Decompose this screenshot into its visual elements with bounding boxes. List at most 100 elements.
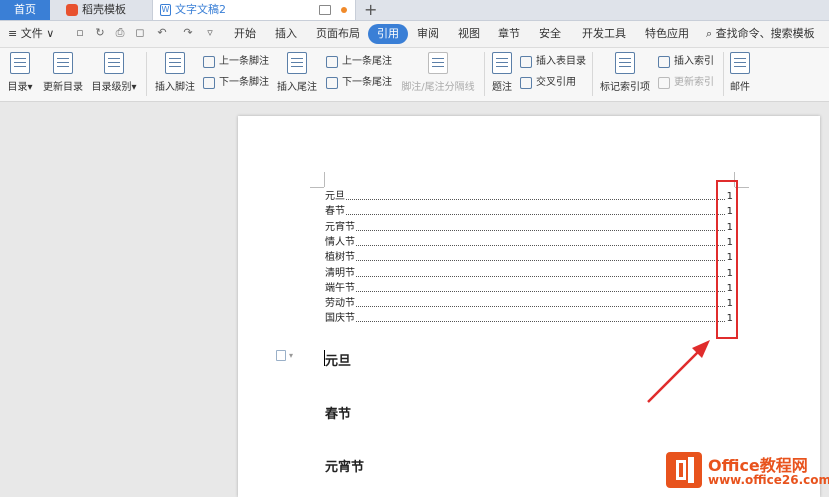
- template-icon: [66, 4, 78, 16]
- menu-developer[interactable]: 开发工具: [582, 24, 626, 44]
- cross-reference-label: 交叉引用: [536, 77, 576, 88]
- toc-entry[interactable]: 元宵节 1: [325, 220, 733, 235]
- paragraph-layout-icon[interactable]: [276, 350, 286, 361]
- menu-view[interactable]: 视图: [458, 24, 480, 44]
- toc-entry[interactable]: 清明节 1: [325, 266, 733, 281]
- mark-index-button[interactable]: 标记索引项: [598, 52, 652, 93]
- insert-footnote-button[interactable]: 插入脚注: [155, 52, 195, 93]
- ribbon-divider: [484, 52, 485, 96]
- menu-chapter[interactable]: 章节: [498, 24, 520, 44]
- toc-leader-dots: [325, 306, 725, 308]
- cross-reference-icon: [520, 77, 532, 89]
- ribbon-divider: [146, 52, 147, 96]
- note-separator-button[interactable]: 脚注/尾注分隔线: [400, 52, 476, 93]
- toc-dropdown-icon: ▾: [27, 82, 33, 93]
- note-separator-icon: [428, 52, 448, 74]
- next-endnote-button[interactable]: 下一条尾注: [326, 76, 392, 90]
- toc-leader-dots: [325, 290, 725, 292]
- menu-references[interactable]: 引用: [368, 24, 408, 44]
- tab-document[interactable]: W 文字文稿2: [152, 0, 356, 20]
- toc-entry[interactable]: 端午节 1: [325, 281, 733, 296]
- toc-entry[interactable]: 元旦 1: [325, 190, 733, 204]
- menu-file[interactable]: ≡ 文件 ∨: [8, 24, 54, 44]
- search-label: 查找命令、搜索模板: [715, 27, 815, 40]
- toc-entry[interactable]: 情人节 1: [325, 235, 733, 250]
- toc-icon: [10, 52, 30, 74]
- menu-start[interactable]: 开始: [234, 24, 256, 44]
- toc-entry-title: 元旦: [325, 190, 346, 204]
- insert-index-label: 插入索引: [674, 56, 714, 67]
- unsaved-dot-icon: [341, 7, 347, 13]
- toc-entry[interactable]: 劳动节 1: [325, 297, 733, 312]
- insert-footnote-label: 插入脚注: [155, 82, 195, 93]
- update-toc-label: 更新目录: [43, 82, 83, 93]
- next-endnote-label: 下一条尾注: [342, 77, 392, 88]
- mail-button[interactable]: 邮件: [728, 52, 752, 93]
- word-doc-icon: W: [160, 4, 171, 16]
- mark-index-icon: [615, 52, 635, 74]
- toc-level-dropdown-icon: ▾: [131, 82, 137, 93]
- toc-level-icon: [104, 52, 124, 74]
- toc-entry[interactable]: 春节 1: [325, 205, 733, 220]
- next-footnote-icon: [203, 77, 215, 89]
- prev-endnote-icon: [326, 56, 338, 68]
- toc-entry-title: 端午节: [325, 281, 356, 296]
- toc-entry[interactable]: 国庆节 1: [325, 312, 733, 327]
- undo-icon[interactable]: ↶: [156, 27, 168, 39]
- toc-button[interactable]: 目录▾: [6, 52, 34, 93]
- customize-chevron-icon[interactable]: ▿: [204, 27, 216, 39]
- prev-footnote-label: 上一条脚注: [219, 56, 269, 67]
- menu-special[interactable]: 特色应用: [645, 24, 689, 44]
- paragraph-layout-dropdown-icon[interactable]: ▾: [289, 351, 293, 360]
- caption-icon: [492, 52, 512, 74]
- page-number-highlight-box: [716, 180, 738, 339]
- tab-template[interactable]: 稻壳模板: [58, 0, 150, 20]
- watermark: Office教程网 www.office26.com: [662, 450, 829, 497]
- caption-label: 题注: [492, 82, 512, 93]
- tab-template-label: 稻壳模板: [82, 3, 126, 16]
- menu-page-layout[interactable]: 页面布局: [316, 24, 360, 44]
- update-toc-button[interactable]: 更新目录: [42, 52, 84, 93]
- monitor-icon[interactable]: [319, 5, 331, 15]
- next-footnote-button[interactable]: 下一条脚注: [203, 76, 269, 90]
- toc-level-button[interactable]: 目录级别▾: [91, 52, 137, 93]
- tab-home[interactable]: 首页: [0, 0, 50, 20]
- update-toc-icon: [53, 52, 73, 74]
- save-icon[interactable]: ▫: [74, 27, 86, 39]
- search-box[interactable]: ⌕ 查找命令、搜索模板: [706, 24, 815, 44]
- toc-entry-title: 劳动节: [325, 297, 356, 312]
- redo-icon[interactable]: ↷: [182, 27, 194, 39]
- toc-entry-title: 清明节: [325, 266, 356, 281]
- toc-leader-dots: [325, 260, 725, 262]
- cross-reference-button[interactable]: 交叉引用: [520, 76, 576, 90]
- heading-1[interactable]: 元旦: [325, 350, 351, 369]
- watermark-url: www.office26.com: [708, 473, 829, 487]
- insert-index-button[interactable]: 插入索引: [658, 55, 714, 69]
- toc-entry[interactable]: 植树节 1: [325, 251, 733, 266]
- new-tab-button[interactable]: +: [364, 0, 377, 20]
- prev-endnote-button[interactable]: 上一条尾注: [326, 55, 392, 69]
- toc-level-label: 目录级别: [91, 82, 132, 93]
- insert-endnote-button[interactable]: 插入尾注: [277, 52, 317, 93]
- next-footnote-label: 下一条脚注: [219, 77, 269, 88]
- caption-button[interactable]: 题注: [490, 52, 514, 93]
- tab-bar: 首页 稻壳模板 W 文字文稿2 +: [0, 0, 829, 21]
- heading-2[interactable]: 春节: [325, 403, 351, 422]
- footnote-icon: [165, 52, 185, 74]
- insert-table-of-figures-label: 插入表目录: [536, 56, 586, 67]
- toc-leader-dots: [325, 199, 725, 200]
- office-logo-icon: [666, 452, 702, 488]
- menu-insert[interactable]: 插入: [275, 24, 297, 44]
- menu-security[interactable]: 安全: [539, 24, 561, 44]
- print-icon[interactable]: ⎙: [114, 27, 126, 39]
- toc-entry-title: 情人节: [325, 235, 356, 250]
- update-index-button[interactable]: 更新索引: [658, 76, 714, 90]
- prev-footnote-button[interactable]: 上一条脚注: [203, 55, 269, 69]
- margin-corner-mark: [310, 187, 324, 188]
- ribbon: 目录▾ 更新目录 目录级别▾ 插入脚注 上一条脚注 下一条脚注 插入尾注 上一条…: [0, 48, 829, 102]
- insert-table-of-figures-button[interactable]: 插入表目录: [520, 55, 586, 69]
- output-icon[interactable]: ↻: [94, 27, 106, 39]
- menu-review[interactable]: 审阅: [417, 24, 439, 44]
- preview-icon[interactable]: ◻: [134, 27, 146, 39]
- heading-3[interactable]: 元宵节: [325, 456, 364, 475]
